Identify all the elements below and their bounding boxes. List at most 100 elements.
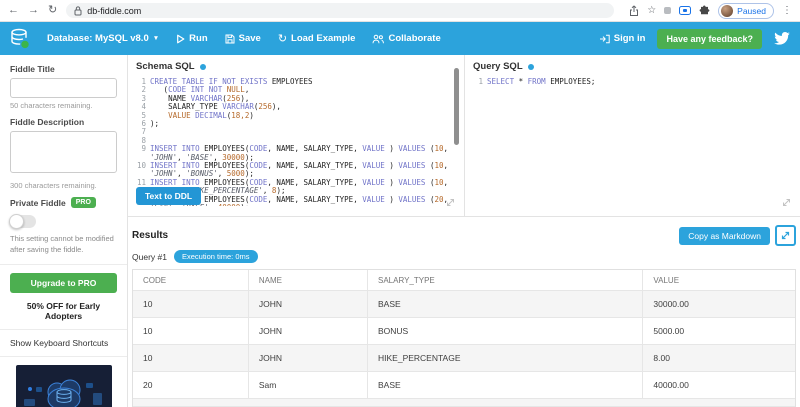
- query-number-label: Query #1: [132, 251, 167, 262]
- save-icon: [225, 34, 235, 44]
- results-header: Results Copy as Markdown: [132, 225, 796, 246]
- save-button[interactable]: Save: [225, 33, 261, 44]
- upgrade-pro-button[interactable]: Upgrade to PRO: [10, 272, 117, 293]
- code-line: 10 INSERT INTO EMPLOYEES(CODE, NAME, SALA…: [136, 161, 453, 179]
- fiddle-title-hint: 50 characters remaining.: [10, 101, 93, 110]
- keyboard-shortcuts-link[interactable]: Show Keyboard Shortcuts: [10, 338, 117, 348]
- table-row-partial: [133, 399, 795, 407]
- table-cell: BASE: [368, 372, 644, 398]
- main-area: Schema SQL 1 CREATE TABLE IF NOT EXISTS E…: [128, 55, 800, 407]
- code-line: 5 VALUE DECIMAL(18,2): [136, 111, 456, 120]
- toggle-knob: [9, 213, 24, 229]
- table-row: 10 JOHN BASE 30000.00: [133, 291, 795, 318]
- line-number: 1: [478, 78, 483, 86]
- divider: [0, 355, 127, 357]
- pro-badge: PRO: [70, 197, 96, 208]
- back-icon[interactable]: ←: [8, 5, 19, 16]
- table-cell: JOHN: [249, 345, 368, 371]
- load-example-button[interactable]: ↻ Load Example: [278, 32, 356, 45]
- table-cell: Sam: [249, 372, 368, 398]
- profile-paused-pill[interactable]: Paused: [718, 2, 774, 19]
- fiddle-description-hint: 300 characters remaining.: [10, 181, 97, 190]
- run-button[interactable]: Run: [176, 33, 208, 44]
- reload-icon[interactable]: ↻: [48, 5, 57, 16]
- results-heading: Results: [132, 230, 169, 241]
- app-header: Database: MySQL v8.0 ▼ Run Save ↻ Load E…: [0, 22, 800, 55]
- sign-in-label: Sign in: [613, 33, 646, 44]
- query-panel: Query SQL 1 SELECT * FROM EMPLOYEES;: [465, 55, 800, 216]
- database-selector-label: Database: MySQL v8.0: [47, 33, 149, 44]
- extension-icon-blue[interactable]: [679, 6, 692, 15]
- feedback-button[interactable]: Have any feedback?: [657, 28, 762, 49]
- table-row: 10 JOHN BONUS 5000.00: [133, 318, 795, 345]
- divider: [0, 263, 127, 265]
- results-expand-button[interactable]: [775, 225, 796, 246]
- content: Fiddle Title 50 characters remaining. Fi…: [0, 55, 800, 407]
- browser-nav: ← → ↻: [8, 5, 57, 16]
- sign-in-icon: [599, 34, 610, 43]
- table-cell: 40000.00: [653, 380, 689, 390]
- fiddle-title-input[interactable]: [10, 78, 117, 98]
- browser-actions: ☆ Paused ⋮: [629, 2, 792, 19]
- refresh-icon: ↻: [277, 33, 288, 45]
- url-text: db-fiddle.com: [87, 5, 142, 16]
- results-section: Results Copy as Markdown Query #1 Execut…: [128, 217, 800, 407]
- collaborate-label: Collaborate: [388, 33, 441, 44]
- editor-scrollbar-thumb[interactable]: [454, 68, 459, 145]
- sign-in-button[interactable]: Sign in: [599, 33, 646, 44]
- share-icon[interactable]: [629, 4, 639, 17]
- extension-icon[interactable]: [664, 7, 672, 14]
- offer-text: 50% OFF for Early Adopters: [26, 300, 101, 321]
- private-fiddle-label: Private Fiddle: [10, 197, 66, 208]
- table-cell: 20: [133, 372, 249, 398]
- table-header-row: CODE NAME SALARY_TYPE VALUE: [133, 270, 795, 291]
- header-right: Sign in Have any feedback?: [599, 28, 790, 49]
- execution-time-badge: Execution time: 0ms: [173, 250, 258, 263]
- column-header: CODE: [133, 270, 249, 290]
- avatar: [721, 4, 734, 17]
- paused-label: Paused: [737, 5, 766, 16]
- code-line: 9 INSERT INTO EMPLOYEES(CODE, NAME, SALAR…: [136, 145, 456, 162]
- bookmark-star-icon[interactable]: ☆: [647, 5, 656, 16]
- unsaved-dot-icon: [199, 63, 206, 70]
- db-fiddle-logo-icon[interactable]: [10, 28, 30, 50]
- private-fiddle-note: This setting cannot be modified after sa…: [10, 234, 114, 255]
- column-header: NAME: [249, 270, 368, 290]
- table-cell: JOHN: [249, 318, 368, 344]
- schema-title-text: Schema SQL: [136, 61, 195, 72]
- url-bar[interactable]: db-fiddle.com: [66, 3, 615, 18]
- load-example-label: Load Example: [291, 33, 356, 44]
- schema-panel-title: Schema SQL: [136, 61, 456, 72]
- ad-image: [15, 364, 112, 407]
- run-label: Run: [189, 33, 208, 44]
- query-title-text: Query SQL: [473, 61, 523, 72]
- table-cell: 10: [133, 318, 249, 344]
- query-panel-title: Query SQL: [473, 61, 792, 72]
- query-meta-row: Query #1 Execution time: 0ms: [132, 250, 796, 263]
- lock-icon: [74, 5, 82, 15]
- table-cell: 10: [133, 345, 249, 371]
- twitter-icon[interactable]: [774, 32, 790, 45]
- private-fiddle-toggle[interactable]: [9, 213, 36, 229]
- collaborate-button[interactable]: Collaborate: [372, 33, 441, 44]
- column-header: VALUE: [653, 275, 680, 285]
- forward-icon[interactable]: →: [28, 5, 39, 16]
- query-sql-editor[interactable]: 1 SELECT * FROM EMPLOYEES;: [473, 78, 792, 206]
- ad-banner[interactable]: Automate machine learning to increase pr…: [10, 364, 117, 407]
- caret-down-icon: ▼: [152, 35, 160, 42]
- table-cell: 5000.00: [653, 326, 685, 336]
- copy-markdown-button[interactable]: Copy as Markdown: [679, 226, 770, 245]
- schema-expand-icon[interactable]: [445, 197, 456, 208]
- table-cell: BONUS: [368, 318, 644, 344]
- divider: [0, 328, 127, 330]
- save-label: Save: [238, 33, 261, 44]
- kebab-menu-icon[interactable]: ⋮: [782, 5, 792, 16]
- query-expand-icon[interactable]: [781, 197, 792, 208]
- fiddle-description-input[interactable]: [10, 131, 117, 173]
- unsaved-dot-icon: [527, 63, 534, 70]
- table-cell: HIKE_PERCENTAGE: [368, 345, 644, 371]
- text-to-ddl-button[interactable]: Text to DDL: [136, 187, 202, 205]
- extensions-puzzle-icon[interactable]: [699, 5, 710, 16]
- database-selector[interactable]: Database: MySQL v8.0 ▼: [47, 33, 159, 44]
- line-number: 9: [141, 144, 146, 154]
